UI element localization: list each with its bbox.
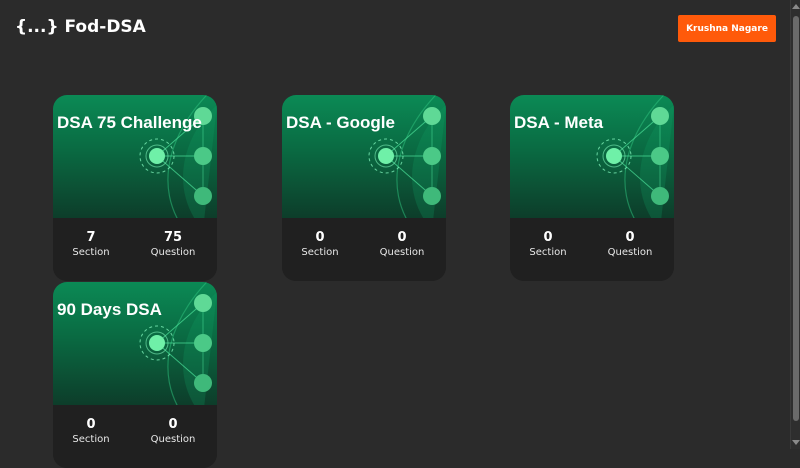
card-stats: 0 Section 0 Question xyxy=(53,405,217,468)
question-count: 75 xyxy=(163,230,183,245)
question-count: 0 xyxy=(625,230,635,245)
question-label: Question xyxy=(150,434,196,445)
section-stat: 0 Section xyxy=(285,230,355,260)
card-title: 90 Days DSA xyxy=(57,300,162,319)
question-stat: 0 Question xyxy=(367,230,437,260)
card-stats: 7 Section 75 Question xyxy=(53,218,217,281)
app-logo[interactable]: {...} Fod-DSA xyxy=(15,17,146,37)
card-art: 90 Days DSA xyxy=(53,282,217,405)
course-card-dsa-75[interactable]: DSA 75 Challenge 7 Section 75 Question xyxy=(53,95,217,281)
section-label: Section xyxy=(72,247,110,258)
question-stat: 75 Question xyxy=(138,230,208,260)
course-card-dsa-google[interactable]: DSA - Google 0 Section 0 Question xyxy=(282,95,446,281)
question-label: Question xyxy=(379,247,425,258)
question-stat: 0 Question xyxy=(595,230,665,260)
section-count: 0 xyxy=(543,230,553,245)
scroll-down-arrow-icon[interactable] xyxy=(792,440,800,445)
question-stat: 0 Question xyxy=(138,417,208,447)
card-title: DSA - Meta xyxy=(514,113,604,132)
section-stat: 7 Section xyxy=(56,230,126,260)
question-count: 0 xyxy=(397,230,407,245)
section-stat: 0 Section xyxy=(56,417,126,447)
question-label: Question xyxy=(150,247,196,258)
section-count: 0 xyxy=(315,230,325,245)
card-art: DSA - Google xyxy=(282,95,446,218)
card-art: DSA - Meta xyxy=(510,95,674,218)
card-stats: 0 Section 0 Question xyxy=(282,218,446,281)
top-bar: {...} Fod-DSA Krushna Nagare xyxy=(0,0,790,60)
course-card-dsa-meta[interactable]: DSA - Meta 0 Section 0 Question xyxy=(510,95,674,281)
scroll-up-arrow-icon[interactable] xyxy=(792,4,800,9)
section-label: Section xyxy=(301,247,339,258)
card-art: DSA 75 Challenge xyxy=(53,95,217,218)
section-count: 0 xyxy=(86,417,96,432)
vertical-scrollbar[interactable] xyxy=(790,0,800,449)
user-profile-button[interactable]: Krushna Nagare xyxy=(678,15,776,42)
scrollbar-thumb[interactable] xyxy=(793,16,799,421)
card-title: DSA 75 Challenge xyxy=(57,113,202,132)
card-title: DSA - Google xyxy=(286,113,395,132)
question-label: Question xyxy=(607,247,653,258)
section-stat: 0 Section xyxy=(513,230,583,260)
course-card-90-days-dsa[interactable]: 90 Days DSA 0 Section 0 Question xyxy=(53,282,217,468)
section-count: 7 xyxy=(86,230,96,245)
section-label: Section xyxy=(529,247,567,258)
question-count: 0 xyxy=(168,417,178,432)
section-label: Section xyxy=(72,434,110,445)
card-stats: 0 Section 0 Question xyxy=(510,218,674,281)
